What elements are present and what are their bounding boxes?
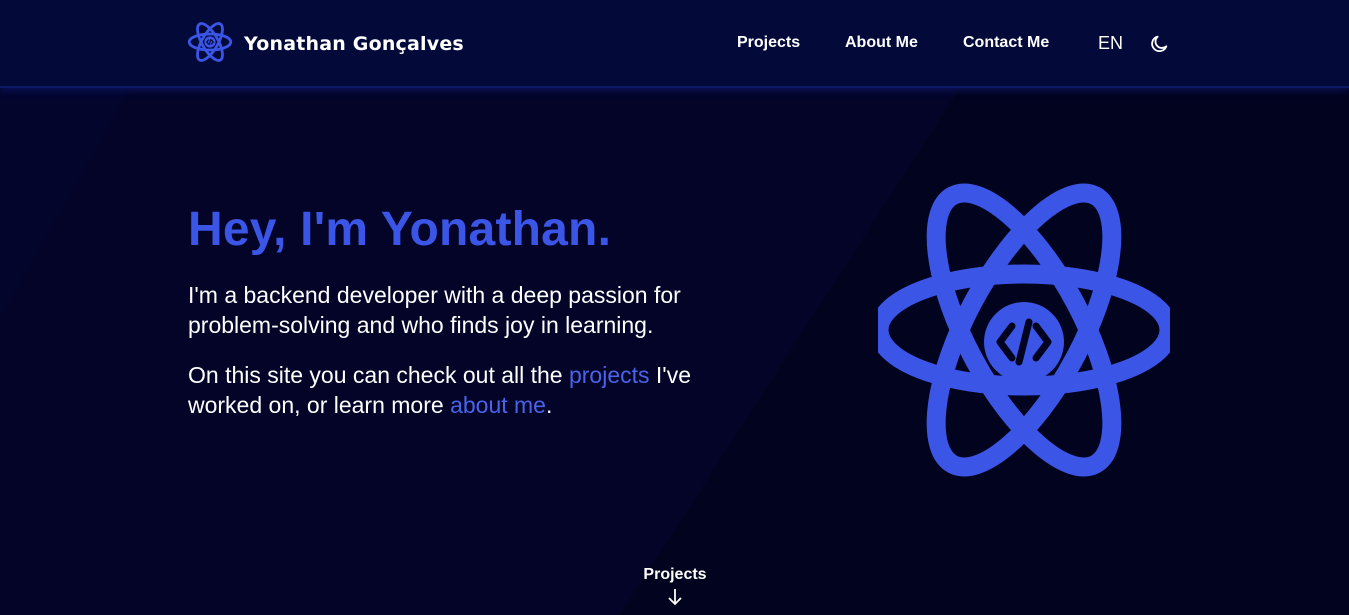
hero-title: Hey, I'm Yonathan. [188, 203, 612, 256]
hero-description: On this site you can check out all the p… [188, 360, 768, 420]
scroll-to-projects[interactable]: Projects [625, 566, 725, 606]
hero-text: Hey, I'm Yonathan. I'm a backend develop… [188, 200, 788, 420]
nav-link-contact-me[interactable]: Contact Me [963, 34, 1049, 52]
hero-description-text: On this site you can check out all the [188, 362, 569, 388]
atom-code-illustration [878, 183, 1170, 477]
hero-description-text: . [545, 392, 553, 418]
scroll-label: Projects [643, 566, 707, 583]
moon-icon[interactable] [1148, 33, 1170, 55]
language-selector[interactable]: EN [1098, 33, 1123, 54]
about-me-link[interactable]: about me [450, 392, 546, 418]
nav-link-projects[interactable]: Projects [737, 34, 800, 52]
arrow-down-icon [668, 589, 682, 606]
navbar: Yonathan Gonçalves Projects About Me Con… [0, 0, 1349, 88]
nav-link-about-me[interactable]: About Me [845, 34, 918, 52]
main-nav: Projects About Me Contact Me [0, 0, 1349, 88]
hero-intro: I'm a backend developer with a deep pass… [188, 282, 681, 338]
projects-link[interactable]: projects [569, 362, 650, 388]
